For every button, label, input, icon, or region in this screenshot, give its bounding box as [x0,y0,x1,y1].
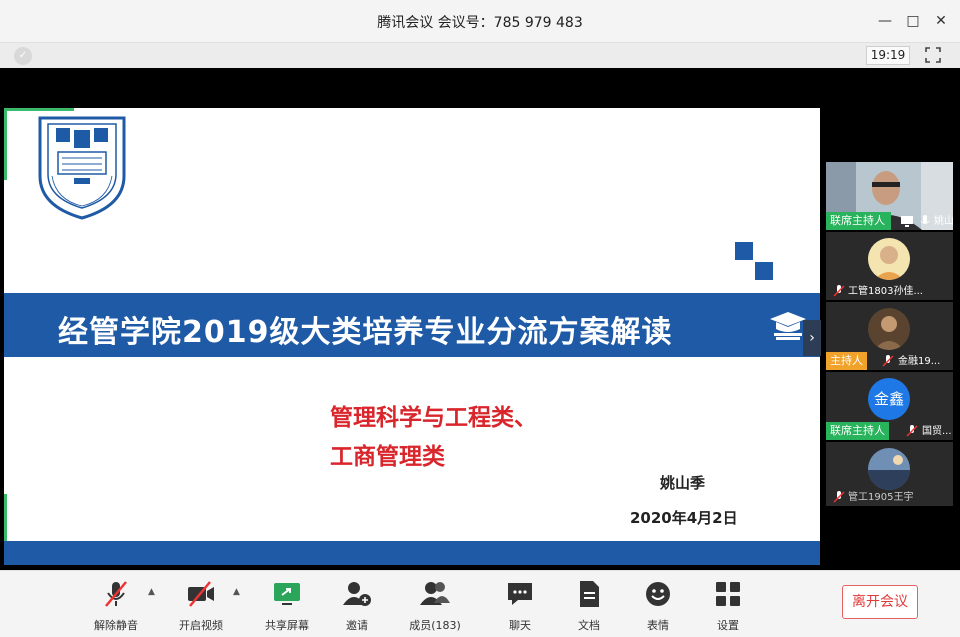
shared-screen-area: 经管学院2019级大类培养专业分流方案解读 管理科学与工程类、 工商管理类 姚山… [0,68,960,570]
slide-footer-band [4,541,820,565]
meeting-toolbar: 解除静音 ▲ 开启视频 ▲ 共享屏幕 邀请 成员(183) 聊天 文档 表情 设… [0,570,960,637]
chevron-up-icon[interactable]: ▲ [233,587,243,597]
leave-meeting-button[interactable]: 离开会议 [842,585,918,619]
university-logo [38,116,126,220]
participant-name: 管工1905王宇 [848,492,914,503]
role-badge: 联席主持人 [826,422,889,440]
participant-tile[interactable]: 工管1803孙佳... [826,232,953,300]
decor-square [735,242,753,260]
participant-tile[interactable]: 管工1905王宇 [826,442,953,506]
chat-icon [508,583,532,605]
start-video-button[interactable]: 开启视频 [171,579,231,632]
avatar [868,238,910,280]
screen-share-icon [901,216,913,227]
chat-button[interactable]: 聊天 [490,579,550,632]
start-video-label: 开启视频 [179,619,223,632]
docs-label: 文档 [578,619,600,632]
title-banner: 经管学院2019级大类培养专业分流方案解读 [4,293,820,357]
shield-icon[interactable]: ✓ [14,47,32,65]
role-badge: 主持人 [826,352,867,370]
avatar [868,448,910,490]
decor-line [4,108,74,111]
presenter-name: 姚山季 [660,474,706,492]
settings-grid-icon [716,582,740,606]
unmute-button[interactable]: 解除静音 [86,579,146,632]
members-label: 成员(183) [409,619,461,632]
emoji-label: 表情 [647,619,669,632]
settings-label: 设置 [717,619,739,632]
members-button[interactable]: 成员(183) [405,579,465,632]
participant-tile[interactable]: 联席主持人 姚山 [826,162,953,230]
settings-button[interactable]: 设置 [698,579,758,632]
meeting-timer: 19:19 [866,46,910,65]
share-screen-icon [274,583,300,605]
slide-subtitle-line1: 管理科学与工程类、 [330,405,537,431]
participant-tile[interactable]: 金鑫 联席主持人 国贸... [826,372,953,440]
slide-subtitle-line2: 工商管理类 [330,444,445,470]
decor-line [4,108,7,180]
graduation-cap-icon [770,312,806,340]
emoji-button[interactable]: 表情 [628,579,688,632]
mic-muted-icon [833,491,845,503]
document-icon [580,581,599,607]
title-bar: 腾讯会议 会议号：785 979 483 — □ ✕ [0,0,960,42]
decor-square [755,262,773,280]
unmute-label: 解除静音 [94,619,138,632]
participant-name: 姚山 [934,216,953,227]
presentation-slide: 经管学院2019级大类培养专业分流方案解读 管理科学与工程类、 工商管理类 姚山… [4,108,820,565]
participant-name: 工管1803孙佳... [848,286,923,297]
mic-muted-icon [833,285,845,297]
close-icon[interactable]: ✕ [932,12,950,30]
participant-name: 国贸... [922,426,952,437]
invite-label: 邀请 [346,619,368,632]
mic-muted-icon [906,425,918,437]
share-screen-label: 共享屏幕 [265,619,309,632]
chat-label: 聊天 [509,619,531,632]
mic-muted-icon [882,355,894,367]
participant-tile[interactable]: 主持人 金融19... [826,302,953,370]
slide-title: 经管学院2019级大类培养专业分流方案解读 [58,315,673,350]
maximize-icon[interactable]: □ [904,12,922,30]
emoji-icon [646,582,670,606]
chevron-up-icon[interactable]: ▲ [148,587,158,597]
role-badge: 联席主持人 [826,212,891,230]
minimize-icon[interactable]: — [876,12,894,30]
next-page-arrow-icon[interactable]: › [803,320,821,356]
participant-name: 金融19... [898,356,941,367]
camera-off-icon [188,581,214,607]
fullscreen-icon[interactable] [924,46,942,64]
avatar: 金鑫 [868,378,910,420]
microphone-icon [920,215,930,224]
window-title: 腾讯会议 会议号：785 979 483 [377,15,583,31]
docs-button[interactable]: 文档 [559,579,619,632]
invite-button[interactable]: 邀请 [327,579,387,632]
add-user-icon [343,582,371,606]
meeting-info-bar: ✓ 19:19 [0,42,960,68]
members-icon [420,582,450,605]
slide-date: 2020年4月2日 [630,509,738,527]
avatar [868,308,910,350]
share-screen-button[interactable]: 共享屏幕 [257,579,317,632]
mic-muted-icon [105,581,127,607]
